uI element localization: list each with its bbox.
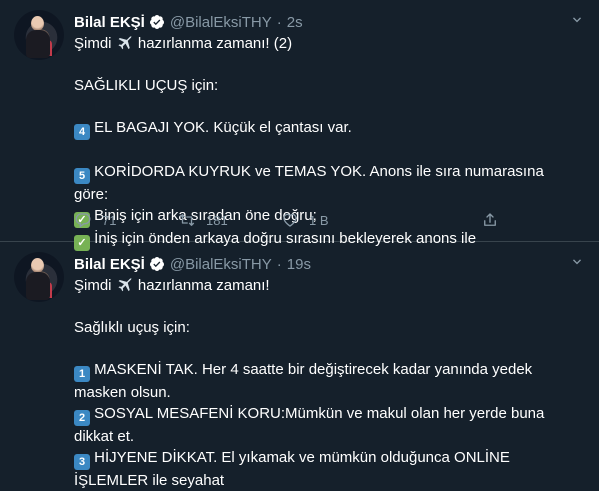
timestamp[interactable]: 2s [287, 14, 303, 31]
author-handle[interactable]: @BilalEksiTHY [170, 14, 272, 31]
tweet[interactable]: Bilal EKŞİ @BilalEksiTHY · 19s Şimdi haz… [0, 242, 599, 489]
list-item: 1 MASKENİ TAK. Her 4 saatte bir değiştir… [74, 359, 579, 403]
list-item-text: KORİDORDA KUYRUK ve TEMAS YOK. Anons ile… [74, 163, 544, 203]
tweet-text: Şimdi hazırlanma zamanı! Sağlıklı uçuş i… [74, 275, 579, 491]
separator-dot: · [276, 255, 282, 273]
list-item: 5 KORİDORDA KUYRUK ve TEMAS YOK. Anons i… [74, 161, 579, 205]
heart-icon [283, 213, 297, 227]
tweet-header: Bilal EKŞİ @BilalEksiTHY · 2s [74, 12, 303, 32]
tweet-line-text: hazırlanma zamanı! (2) [137, 35, 293, 52]
share-button[interactable] [481, 211, 499, 229]
tweet-subtitle: SAĞLIKLI UÇUŞ için: [74, 77, 219, 94]
airplane-emoji-icon [118, 36, 132, 50]
author-handle[interactable]: @BilalEksiTHY [170, 256, 272, 273]
timestamp[interactable]: 19s [287, 256, 311, 273]
author-name[interactable]: Bilal EKŞİ [74, 14, 145, 31]
tweet-line-text: hazırlanma zamanı! [137, 277, 270, 294]
verified-badge-icon [149, 15, 164, 29]
tweet-actions: 71 181 1 B [74, 211, 504, 231]
separator-dot: · [276, 13, 282, 31]
airplane-emoji-icon [118, 278, 132, 292]
chevron-down-icon[interactable] [569, 12, 585, 28]
reply-count: 71 [102, 212, 117, 228]
list-item-text: EL BAGAJI YOK. Küçük el çantası var. [94, 119, 352, 136]
tweet-subtitle: Sağlıklı uçuş için: [74, 319, 190, 336]
like-button[interactable]: 1 B [281, 211, 329, 229]
avatar[interactable] [14, 252, 64, 302]
tweet-line-text: Şimdi [74, 35, 112, 52]
list-item: 4 EL BAGAJI YOK. Küçük el çantası var. [74, 117, 579, 140]
list-item: 3 HİJYENE DİKKAT. El yıkamak ve mümkün o… [74, 447, 579, 491]
verified-badge-icon [149, 257, 164, 271]
retweet-icon [179, 214, 195, 226]
keycap-emoji-icon: 4 [74, 124, 90, 140]
tweet-line: Şimdi hazırlanma zamanı! (2) [74, 33, 579, 54]
keycap-emoji-icon: 2 [74, 410, 90, 426]
like-count: 1 B [309, 212, 329, 228]
reply-icon [75, 213, 91, 228]
list-item-text: MASKENİ TAK. Her 4 saatte bir değiştirec… [74, 361, 533, 401]
list-item-text: SOSYAL MESAFENİ KORU:Mümkün ve makul ola… [74, 405, 545, 445]
chevron-down-icon[interactable] [569, 254, 585, 270]
retweet-count: 181 [206, 212, 228, 228]
author-name[interactable]: Bilal EKŞİ [74, 256, 145, 273]
tweet[interactable]: Bilal EKŞİ @BilalEksiTHY · 2s Şimdi hazı… [0, 0, 599, 251]
tweet-header: Bilal EKŞİ @BilalEksiTHY · 19s [74, 254, 311, 274]
avatar[interactable] [14, 10, 64, 60]
retweet-button[interactable]: 181 [178, 211, 228, 229]
keycap-emoji-icon: 3 [74, 454, 90, 470]
share-icon [484, 213, 496, 226]
reply-button[interactable]: 71 [74, 211, 116, 229]
list-item: 2 SOSYAL MESAFENİ KORU:Mümkün ve makul o… [74, 403, 579, 447]
tweet-line: Şimdi hazırlanma zamanı! [74, 275, 579, 296]
keycap-emoji-icon: 5 [74, 168, 90, 184]
tweet-line-text: Şimdi [74, 277, 112, 294]
list-item-text: HİJYENE DİKKAT. El yıkamak ve mümkün old… [74, 449, 510, 489]
keycap-emoji-icon: 1 [74, 366, 90, 382]
